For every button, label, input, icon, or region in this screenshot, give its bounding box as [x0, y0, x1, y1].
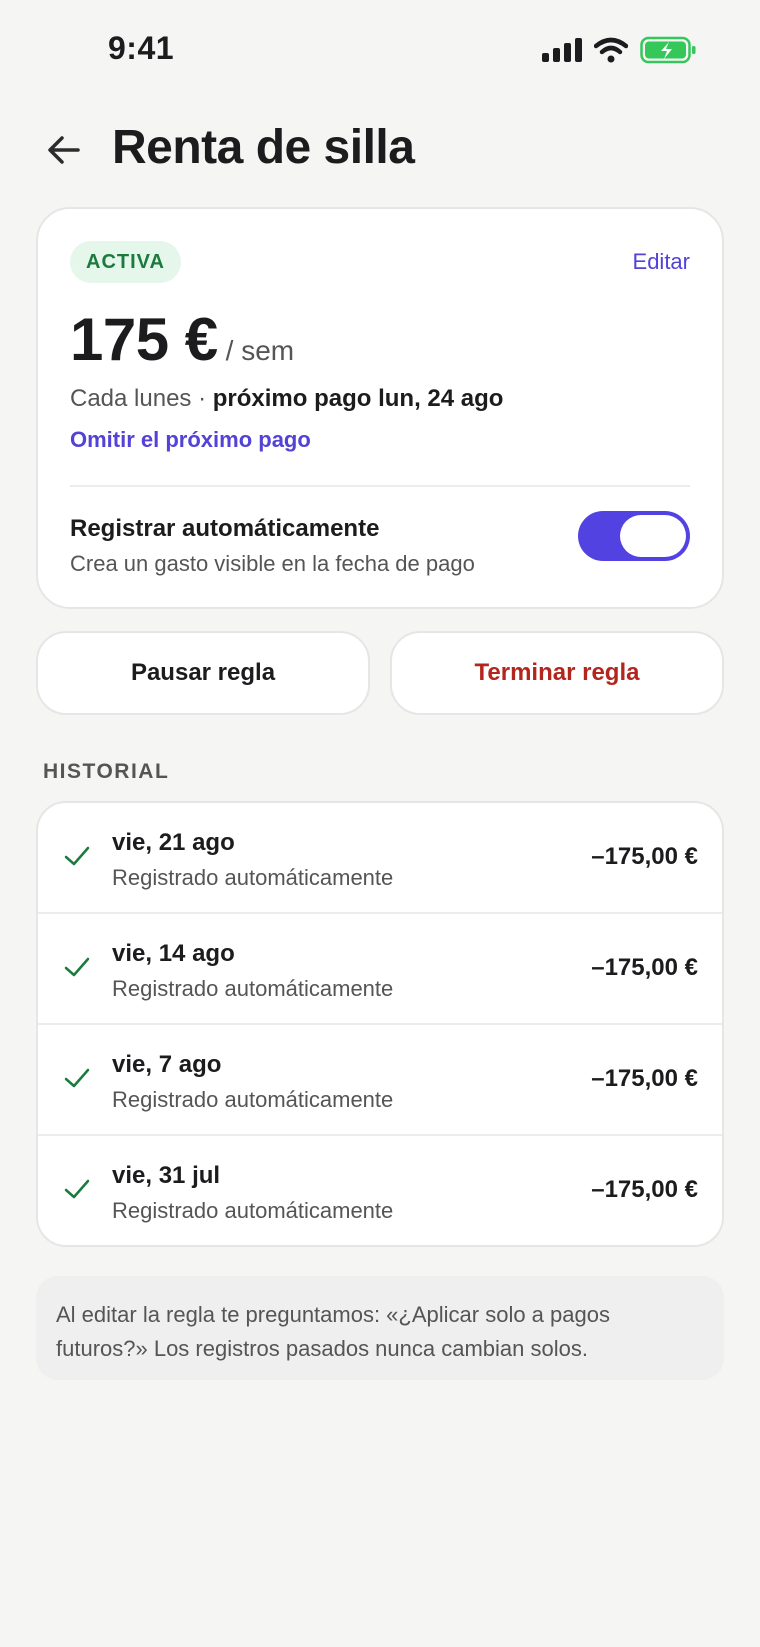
- history-date: vie, 21 ago: [112, 829, 235, 856]
- next-payment: próximo pago lun, 24 ago: [212, 385, 504, 412]
- rule-card: ACTIVA Editar 175 € / sem Cada lunes · p…: [36, 207, 724, 609]
- end-rule-button[interactable]: Terminar regla: [390, 631, 724, 715]
- rule-amount: 175 €: [70, 306, 218, 373]
- pause-rule-button[interactable]: Pausar regla: [36, 631, 370, 715]
- auto-register-title: Registrar automáticamente: [70, 515, 380, 542]
- checkmark-icon: [64, 1068, 90, 1088]
- history-date: vie, 31 jul: [112, 1162, 221, 1189]
- info-note: Al editar la regla te preguntamos: «¿Apl…: [36, 1276, 724, 1380]
- history-amount: –175,00 €: [591, 843, 698, 870]
- status-bar: 9:41: [0, 0, 760, 100]
- history-note: Registrado automáticamente: [112, 1087, 394, 1112]
- schedule-prefix: Cada lunes ·: [70, 385, 213, 412]
- checkmark-icon: [64, 846, 90, 866]
- auto-register-subtitle: Crea un gasto visible en la fecha de pag…: [70, 551, 475, 576]
- history-note: Registrado automáticamente: [112, 1198, 394, 1223]
- history-row[interactable]: vie, 14 ago Registrado automáticamente –…: [38, 914, 722, 1025]
- wifi-icon: [594, 37, 628, 63]
- amount-row: 175 € / sem: [70, 305, 294, 374]
- page-title: Renta de silla: [112, 121, 415, 174]
- history-note: Registrado automáticamente: [112, 865, 394, 890]
- history-amount: –175,00 €: [591, 1065, 698, 1092]
- schedule-text: Cada lunes · próximo pago lun, 24 ago: [70, 385, 503, 413]
- rule-period: / sem: [225, 335, 295, 366]
- history-row[interactable]: vie, 31 jul Registrado automáticamente –…: [38, 1136, 722, 1245]
- status-time: 9:41: [108, 30, 175, 66]
- history-date: vie, 14 ago: [112, 940, 235, 967]
- divider: [70, 485, 690, 487]
- checkmark-icon: [64, 957, 90, 977]
- arrow-left-icon: [48, 136, 80, 164]
- history-amount: –175,00 €: [591, 954, 698, 981]
- history-row[interactable]: vie, 21 ago Registrado automáticamente –…: [38, 803, 722, 914]
- auto-register-toggle[interactable]: [578, 511, 690, 561]
- toggle-knob: [620, 515, 686, 557]
- back-button[interactable]: [40, 126, 88, 174]
- status-badge: ACTIVA: [70, 241, 181, 283]
- header: Renta de silla: [0, 110, 760, 190]
- history-date: vie, 7 ago: [112, 1051, 222, 1078]
- checkmark-icon: [64, 1179, 90, 1199]
- battery-charging-icon: [640, 36, 696, 64]
- status-icons: [542, 36, 696, 64]
- cellular-signal-icon: [542, 38, 582, 62]
- history-note: Registrado automáticamente: [112, 976, 394, 1001]
- history-heading: HISTORIAL: [43, 760, 170, 783]
- skip-next-payment-link[interactable]: Omitir el próximo pago: [70, 427, 311, 453]
- history-row[interactable]: vie, 7 ago Registrado automáticamente –1…: [38, 1025, 722, 1136]
- edit-link[interactable]: Editar: [633, 249, 690, 275]
- history-amount: –175,00 €: [591, 1176, 698, 1203]
- history-list: vie, 21 ago Registrado automáticamente –…: [36, 801, 724, 1247]
